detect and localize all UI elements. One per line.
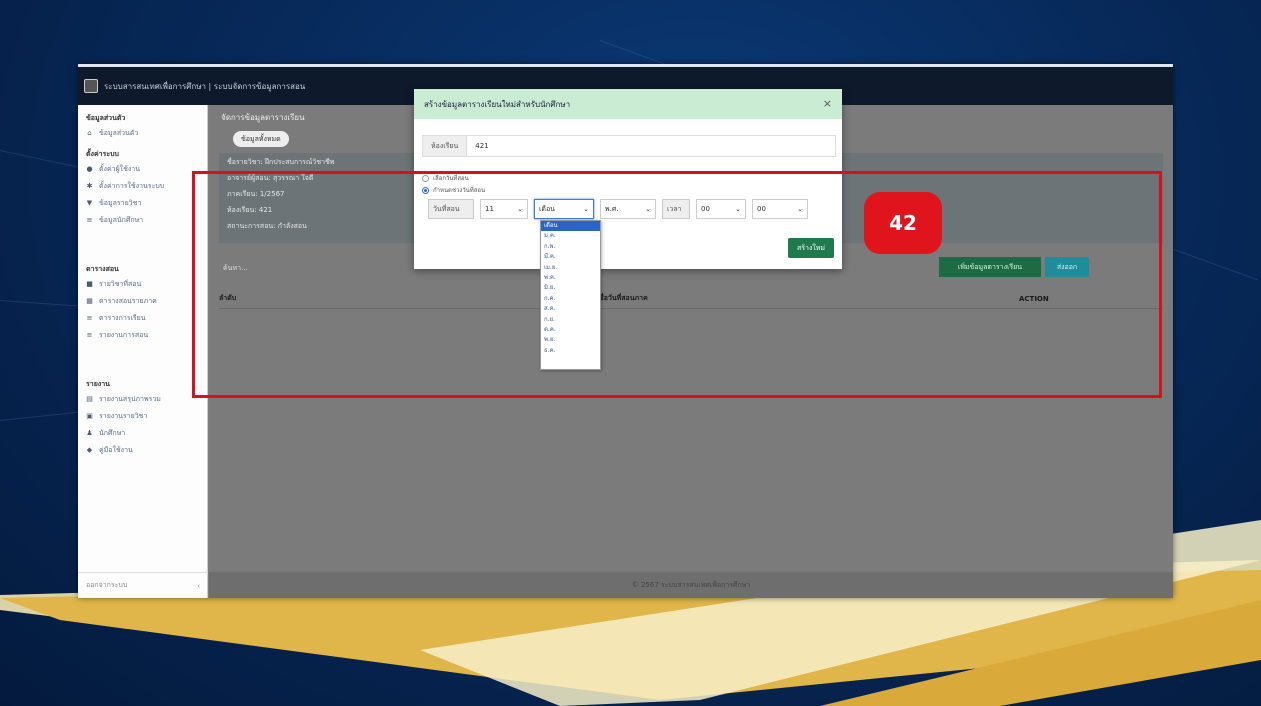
highlight-box — [192, 171, 1162, 398]
sidebar-heading: ตารางสอน — [86, 265, 119, 273]
list-icon: ≡ — [86, 331, 93, 339]
sidebar-item-course-report[interactable]: ▣ รายงานรายวิชา — [78, 407, 207, 424]
sidebar-item-label: ตั้งค่าการใช้งานระบบ — [99, 182, 165, 190]
sidebar-item-summary-report[interactable]: ▤ รายงานสรุปภาพรวม — [78, 390, 207, 407]
sidebar-item-label: ตั้งค่าผู้ใช้งาน — [99, 165, 140, 173]
sidebar-item-label: ข้อมูลนักศึกษา — [99, 216, 144, 224]
modal-header: สร้างข้อมูลตารางเรียนใหม่สำหรับนักศึกษา … — [414, 89, 842, 119]
page-footer: © 2567 ระบบสารสนเทศเพื่อการศึกษา — [209, 572, 1173, 598]
room-field[interactable]: ห้องเรียน 421 — [422, 135, 836, 157]
sidebar-item-label: ข้อมูลรายวิชา — [99, 199, 142, 207]
book-icon: ▼ — [86, 199, 93, 207]
app-title: ระบบสารสนเทศเพื่อการศึกษา | ระบบจัดการข้… — [104, 81, 306, 91]
filter-pill[interactable]: ข้อมูลทั้งหมด — [233, 131, 289, 147]
sidebar-heading: รายงาน — [86, 380, 110, 388]
sidebar-item-label: รายงานการสอน — [99, 331, 149, 339]
sidebar-item-label: นักศึกษา — [99, 429, 126, 437]
chevron-left-icon: ‹ — [197, 581, 200, 590]
sidebar-item-schedule[interactable]: ▦ ตารางสอนรายภาค — [78, 292, 207, 309]
modal-title: สร้างข้อมูลตารางเรียนใหม่สำหรับนักศึกษา — [424, 99, 571, 109]
sidebar-item-label: คู่มือใช้งาน — [99, 446, 133, 454]
file-icon: ▣ — [86, 412, 93, 420]
info-line: ชื่อรายวิชา: ฝึกประสบการณ์วิชาชีพ — [227, 158, 335, 166]
sidebar-item-teaching-report[interactable]: ≡ รายงานการสอน — [78, 326, 207, 343]
page-title: จัดการข้อมูลตารางเรียน — [221, 113, 305, 122]
help-icon: ◆ — [86, 446, 93, 454]
sidebar-item-label: รายงานรายวิชา — [99, 412, 148, 420]
logout-label: ออกจากระบบ — [86, 581, 128, 589]
list-icon: ≡ — [86, 216, 93, 224]
room-field-value: 421 — [475, 142, 489, 150]
sidebar-item-teaching-courses[interactable]: ■ รายวิชาที่สอน — [78, 275, 207, 292]
room-field-label: ห้องเรียน — [423, 136, 468, 156]
sidebar-item-label: ข้อมูลส่วนตัว — [99, 129, 139, 137]
sidebar: ข้อมูลส่วนตัว ⌂ ข้อมูลส่วนตัว ตั้งค่าระบบ… — [78, 105, 208, 598]
sidebar-item-students-report[interactable]: ♟ นักศึกษา — [78, 424, 207, 441]
user-icon: ● — [86, 165, 93, 173]
sidebar-item-profile[interactable]: ⌂ ข้อมูลส่วนตัว — [78, 124, 207, 141]
sidebar-item-label: รายวิชาที่สอน — [99, 280, 142, 288]
book-icon: ■ — [86, 280, 93, 288]
list-icon: ≡ — [86, 314, 93, 322]
logout-button[interactable]: ออกจากระบบ ‹ — [78, 572, 208, 598]
sidebar-item-courses[interactable]: ▼ ข้อมูลรายวิชา — [78, 194, 207, 211]
sidebar-item-label: ตารางการเรียน — [99, 314, 146, 322]
sidebar-item-users[interactable]: ● ตั้งค่าผู้ใช้งาน — [78, 160, 207, 177]
sidebar-item-system-settings[interactable]: ✱ ตั้งค่าการใช้งานระบบ — [78, 177, 207, 194]
sidebar-item-label: รายงานสรุปภาพรวม — [99, 395, 161, 403]
sidebar-item-class-table[interactable]: ≡ ตารางการเรียน — [78, 309, 207, 326]
calendar-icon: ▦ — [86, 297, 93, 305]
settings-icon: ✱ — [86, 182, 93, 190]
sidebar-item-label: ตารางสอนรายภาค — [99, 297, 157, 305]
app-logo-icon — [84, 79, 98, 93]
close-icon[interactable]: × — [823, 97, 832, 110]
step-number-badge: 42 — [864, 192, 942, 254]
sidebar-heading: ตั้งค่าระบบ — [86, 150, 119, 158]
sidebar-heading: ข้อมูลส่วนตัว — [86, 114, 126, 122]
slide-background: ระบบสารสนเทศเพื่อการศึกษา | ระบบจัดการข้… — [0, 0, 1261, 706]
chart-icon: ▤ — [86, 395, 93, 403]
users-icon: ♟ — [86, 429, 93, 437]
sidebar-item-students[interactable]: ≡ ข้อมูลนักศึกษา — [78, 211, 207, 228]
sidebar-item-manual[interactable]: ◆ คู่มือใช้งาน — [78, 441, 207, 458]
home-icon: ⌂ — [87, 129, 92, 137]
